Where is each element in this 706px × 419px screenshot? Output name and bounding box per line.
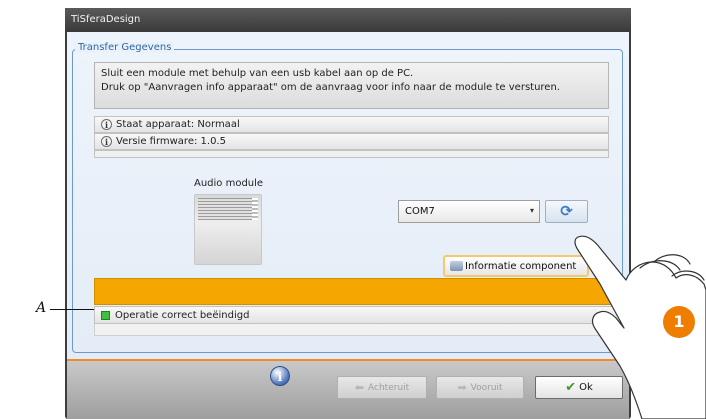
com-port-value: COM7 xyxy=(405,206,435,217)
speaker-grille xyxy=(198,198,258,220)
help-icon[interactable]: i xyxy=(270,366,290,386)
result-text: Operatie correct beëindigd xyxy=(115,309,250,321)
refresh-icon: ⟳ xyxy=(560,202,573,220)
ok-button[interactable]: ✔ Ok xyxy=(535,376,623,399)
chevron-down-icon: ▾ xyxy=(529,206,534,215)
callout-line xyxy=(50,309,94,310)
navigation-bar: i ⬅ Achteruit ➡ Vooruit ✔ Ok xyxy=(67,361,629,419)
back-label: Achteruit xyxy=(368,382,410,393)
checkmark-icon: ✔ xyxy=(565,380,577,395)
audio-module-image xyxy=(194,194,262,265)
firmware-version-row: i Versie firmware: 1.0.5 xyxy=(94,133,609,150)
info-component-label: Informatie component xyxy=(465,260,577,272)
instruction-line-1: Sluit een module met behulp van een usb … xyxy=(101,68,414,79)
instructions-box: Sluit een module met behulp van een usb … xyxy=(94,62,609,109)
window-client-area: Transfer Gegevens Sluit een module met b… xyxy=(67,32,629,419)
progress-bar xyxy=(94,278,623,305)
next-label: Vooruit xyxy=(470,382,503,393)
device-state-row: i Staat apparaat: Normaal xyxy=(94,116,609,133)
result-row: Operatie correct beëindigd xyxy=(94,306,623,324)
next-button[interactable]: ➡ Vooruit xyxy=(436,376,524,399)
info-component-button[interactable]: Informatie component xyxy=(443,255,589,277)
firmware-version-text: Versie firmware: 1.0.5 xyxy=(116,136,226,147)
module-label: Audio module xyxy=(194,178,264,189)
empty-result-row xyxy=(94,324,623,336)
status-led-icon xyxy=(101,310,110,320)
step-badge: 1 xyxy=(663,306,695,338)
instruction-line-2: Druk op "Aanvragen info apparaat" om de … xyxy=(101,82,560,93)
device-state-text: Staat apparaat: Normaal xyxy=(116,119,240,130)
application-window: TiSferaDesign Transfer Gegevens Sluit ee… xyxy=(65,8,631,419)
info-icon: i xyxy=(101,136,112,147)
back-arrow-icon: ⬅ xyxy=(354,381,365,394)
back-button[interactable]: ⬅ Achteruit xyxy=(337,376,427,399)
next-arrow-icon: ➡ xyxy=(457,381,467,394)
window-title: TiSferaDesign xyxy=(65,8,631,32)
info-icon: i xyxy=(101,119,112,130)
refresh-ports-button[interactable]: ⟳ xyxy=(545,200,588,223)
callout-letter: A xyxy=(36,300,47,316)
ok-label: Ok xyxy=(579,382,593,393)
empty-status-row xyxy=(94,150,609,158)
com-port-select[interactable]: COM7 ▾ xyxy=(398,200,540,223)
module-indicator-dots xyxy=(252,198,258,220)
group-title: Transfer Gegevens xyxy=(75,42,175,53)
component-icon xyxy=(450,261,463,271)
